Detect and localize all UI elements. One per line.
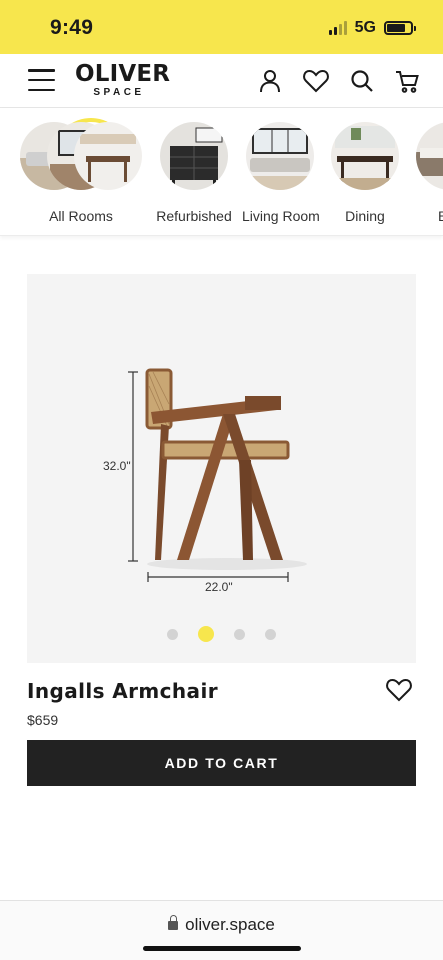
site-header: OLIVER SPACE <box>0 54 443 108</box>
width-dimension-label: 22.0" <box>205 580 233 594</box>
url-display[interactable]: oliver.space <box>0 915 443 935</box>
height-dimension-label: 32.0" <box>103 459 131 473</box>
search-icon[interactable] <box>349 68 375 94</box>
lock-icon <box>168 915 179 930</box>
signal-icon <box>328 21 347 35</box>
pagination-dot-active[interactable] <box>198 626 214 642</box>
all-rooms-thumbnail <box>20 122 142 190</box>
category-all-rooms[interactable]: All Rooms <box>20 122 142 224</box>
category-label: All Rooms <box>49 208 113 224</box>
category-living-room[interactable]: Living Room <box>242 122 320 224</box>
menu-icon[interactable] <box>28 69 55 91</box>
category-carousel[interactable]: All Rooms Refurbished Living Room Dining… <box>0 108 443 236</box>
category-label: Refurbished <box>156 208 232 224</box>
status-bar: 9:49 5G <box>0 0 443 54</box>
category-dining[interactable]: Dining <box>331 122 399 224</box>
category-label: Living Room <box>242 208 320 224</box>
category-refurbished[interactable]: Refurbished <box>152 122 236 224</box>
living-room-thumbnail <box>246 122 314 190</box>
armchair-image: 32.0" 22.0" <box>103 368 307 594</box>
category-label: Bec <box>416 208 443 224</box>
logo-sub: SPACE <box>93 87 145 98</box>
network-type: 5G <box>354 19 376 36</box>
logo[interactable]: OLIVER SPACE <box>75 61 171 99</box>
status-time: 9:49 <box>50 16 94 39</box>
dining-thumbnail <box>331 122 399 190</box>
pagination-dot[interactable] <box>167 628 178 640</box>
category-label: Dining <box>345 208 385 224</box>
browser-url-bar[interactable]: oliver.space <box>0 900 443 960</box>
category-bedroom[interactable]: Bec <box>416 122 443 224</box>
battery-icon <box>384 21 416 35</box>
image-pagination[interactable] <box>27 626 416 642</box>
add-to-cart-button[interactable]: ADD TO CART <box>27 740 416 786</box>
wishlist-heart-icon[interactable] <box>385 677 413 703</box>
bedroom-thumbnail <box>416 122 443 190</box>
logo-main: OLIVER <box>75 61 171 87</box>
status-indicators: 5G <box>328 19 416 37</box>
product-name[interactable]: Ingalls Armchair <box>27 679 218 703</box>
heart-icon[interactable] <box>302 68 330 94</box>
dresser-thumbnail <box>160 122 228 190</box>
pagination-dot[interactable] <box>234 628 245 640</box>
cart-icon[interactable] <box>394 68 420 94</box>
product-image-gallery[interactable]: 32.0" 22.0" <box>27 274 416 663</box>
pagination-dot[interactable] <box>265 628 276 640</box>
user-icon[interactable] <box>257 68 283 94</box>
url-text: oliver.space <box>185 915 275 934</box>
product-price: $659 <box>27 712 59 728</box>
home-indicator[interactable] <box>143 946 301 951</box>
